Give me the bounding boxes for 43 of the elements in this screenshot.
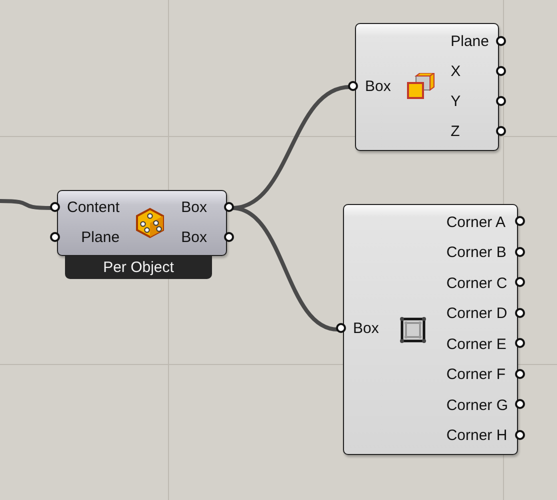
output-port[interactable] <box>515 246 525 257</box>
port-label: Corner B <box>446 243 506 263</box>
input-port[interactable] <box>50 202 60 212</box>
port-label: Box <box>181 198 207 218</box>
input-port[interactable] <box>348 80 358 90</box>
output-port[interactable] <box>515 277 525 288</box>
port-label: Corner F <box>446 365 506 385</box>
output-port[interactable] <box>515 399 525 410</box>
output-port[interactable] <box>515 338 525 348</box>
port-label: Corner A <box>446 212 506 232</box>
output-port[interactable] <box>515 430 525 440</box>
output-port[interactable] <box>224 232 234 242</box>
component-node[interactable] <box>355 23 499 151</box>
boxes-icon <box>406 73 436 101</box>
output-port[interactable] <box>515 308 525 318</box>
node-footer: Per Object <box>65 256 212 279</box>
component-node[interactable] <box>57 190 227 256</box>
port-label: Box <box>365 76 391 97</box>
wire <box>0 199 52 210</box>
component-node[interactable] <box>343 204 518 455</box>
port-label: Box <box>181 228 207 248</box>
port-label: Corner E <box>446 334 506 354</box>
output-port[interactable] <box>496 66 506 76</box>
port-label: Corner C <box>446 274 508 294</box>
output-port[interactable] <box>496 126 506 136</box>
input-port[interactable] <box>50 232 60 242</box>
dice-icon <box>135 207 166 239</box>
port-label: Z <box>450 122 460 142</box>
port-label: Box <box>353 319 379 340</box>
output-port[interactable] <box>515 368 525 379</box>
port-label: Plane <box>81 228 120 248</box>
output-port[interactable] <box>496 96 506 106</box>
port-label: Corner H <box>446 426 508 446</box>
port-label: Corner G <box>446 396 508 416</box>
port-label: Plane <box>450 32 489 52</box>
input-port[interactable] <box>336 323 346 333</box>
output-port[interactable] <box>515 216 525 226</box>
corners-icon <box>398 314 428 344</box>
port-label: Content <box>67 198 120 218</box>
output-port[interactable] <box>224 202 234 212</box>
port-label: Y <box>450 92 461 112</box>
port-label: X <box>450 62 461 82</box>
port-label: Corner D <box>446 304 508 324</box>
